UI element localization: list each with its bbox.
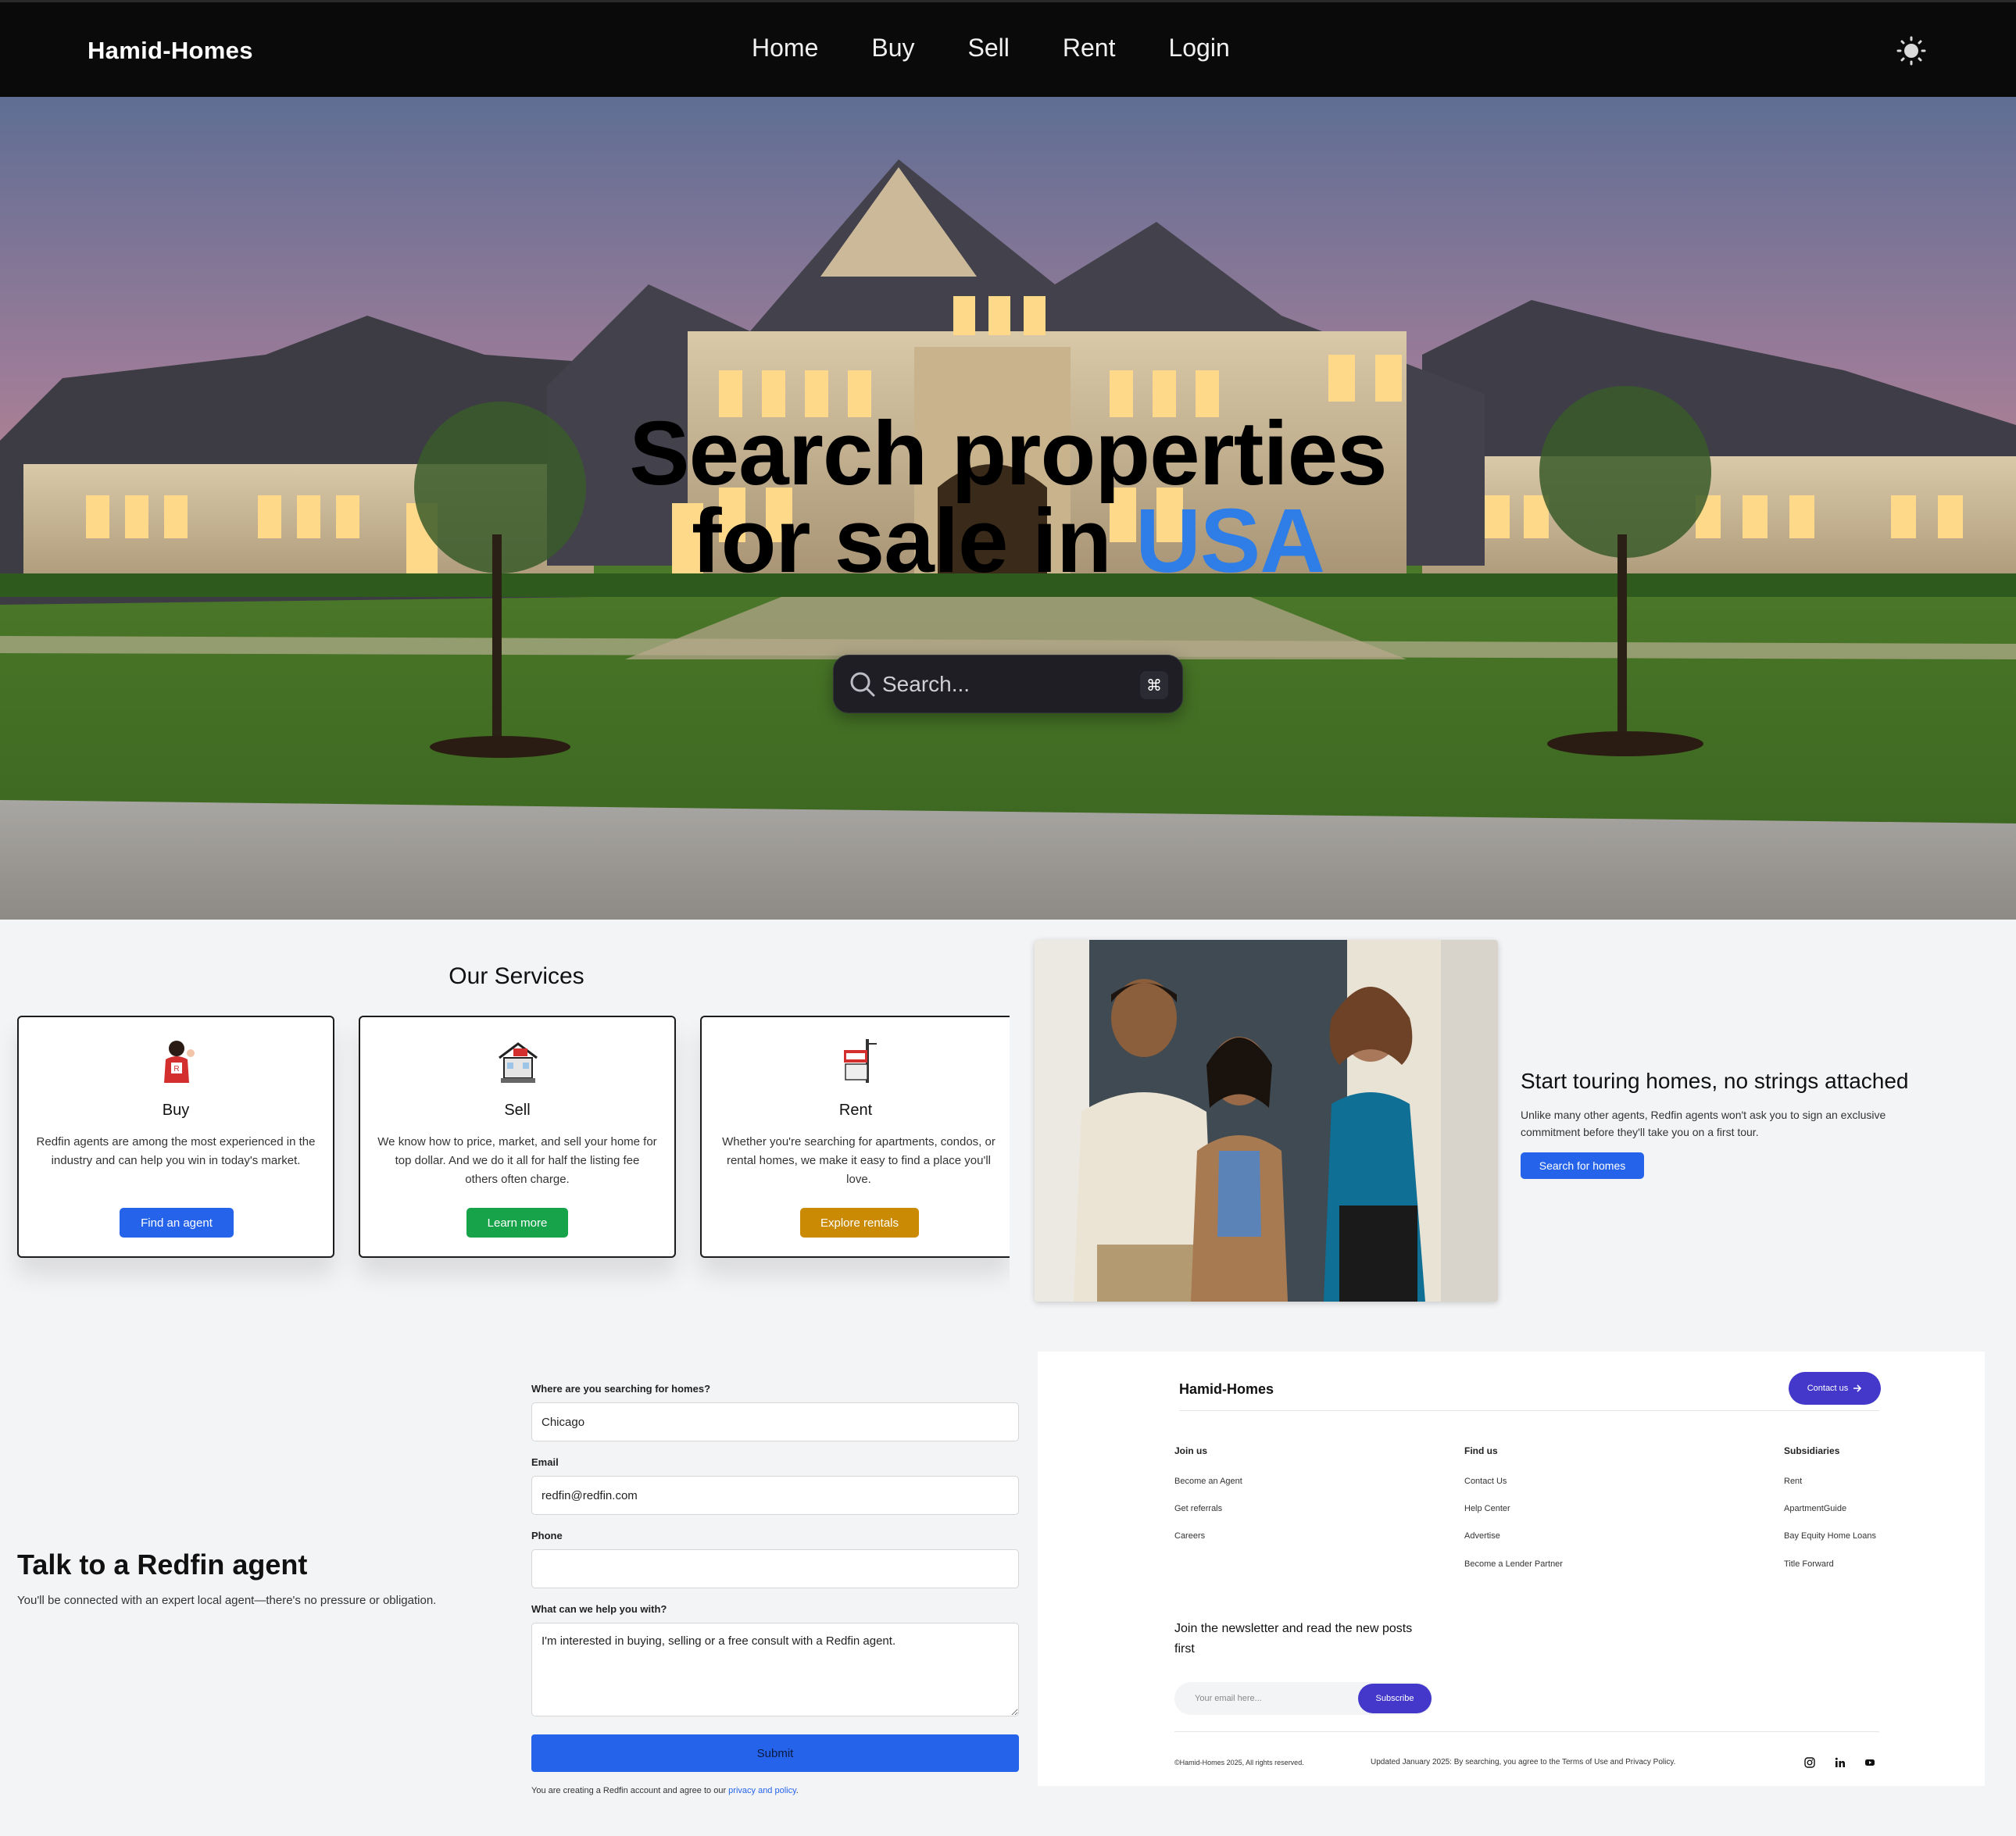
card-title: Buy <box>162 1102 190 1119</box>
footer-col-title-join: Join us <box>1174 1445 1208 1456</box>
hero-title-prefix: for sale in <box>691 490 1112 591</box>
email-input[interactable] <box>531 1476 1019 1515</box>
service-card-buy: R Buy Redfin agents are among the most e… <box>17 1016 334 1258</box>
privacy-policy-link[interactable]: privacy and policy <box>728 1786 796 1795</box>
message-textarea[interactable]: I'm interested in buying, selling or a f… <box>531 1623 1019 1716</box>
phone-label: Phone <box>531 1530 563 1541</box>
legal-prefix: You are creating a Redfin account and ag… <box>531 1786 727 1795</box>
message-label: What can we help you with? <box>531 1603 667 1615</box>
learn-more-button[interactable]: Learn more <box>466 1208 568 1238</box>
search-homes-button[interactable]: Search for homes <box>1521 1152 1644 1179</box>
footer-link[interactable]: Careers <box>1174 1531 1205 1541</box>
footer-link[interactable]: Become a Lender Partner <box>1464 1559 1563 1569</box>
explore-rentals-button[interactable]: Explore rentals <box>800 1208 919 1238</box>
instagram-link[interactable] <box>1802 1755 1818 1770</box>
arrow-right-icon <box>1853 1384 1862 1392</box>
nav-link-buy[interactable]: Buy <box>871 34 914 63</box>
location-label: Where are you searching for homes? <box>531 1383 711 1395</box>
find-agent-button[interactable]: Find an agent <box>120 1208 234 1238</box>
svg-text:R: R <box>173 1065 179 1073</box>
hero-title-line1: Search properties <box>629 402 1387 504</box>
hero-title: Search properties for sale in USA <box>0 402 2016 586</box>
nav-link-home[interactable]: Home <box>752 34 818 63</box>
legal-suffix: . <box>795 1786 799 1795</box>
phone-input[interactable] <box>531 1549 1019 1588</box>
service-card-sell: Sell We know how to price, market, and s… <box>359 1016 676 1258</box>
footer-link[interactable]: Title Forward <box>1784 1559 1834 1569</box>
house-for-sale-icon <box>499 1042 538 1083</box>
footer-link[interactable]: Become an Agent <box>1174 1477 1242 1486</box>
footer-link[interactable]: Bay Equity Home Loans <box>1784 1531 1876 1541</box>
footer-bottom-divider <box>1174 1731 1879 1732</box>
linkedin-icon <box>1835 1757 1845 1767</box>
footer-link[interactable]: Rent <box>1784 1477 1802 1486</box>
services-title: Our Services <box>449 963 584 989</box>
card-title: Sell <box>504 1102 531 1119</box>
agent-section-title: Talk to a Redfin agent <box>17 1548 308 1581</box>
terms-update-text: Updated January 2025: By searching, you … <box>1371 1758 1676 1766</box>
nav-links: Home Buy Sell Rent Login <box>752 34 1283 63</box>
card-text: Redfin agents are among the most experie… <box>36 1135 316 1167</box>
touring-photo <box>1035 940 1498 1302</box>
service-card-rent: Rent Whether you're searching for apartm… <box>700 1016 1010 1258</box>
subscribe-button[interactable]: Subscribe <box>1358 1684 1432 1713</box>
sun-icon <box>1896 36 1926 66</box>
footer-link[interactable]: ApartmentGuide <box>1784 1504 1846 1513</box>
card-title: Rent <box>838 1102 873 1119</box>
instagram-icon <box>1804 1757 1815 1768</box>
newsletter-title: Join the newsletter and read the new pos… <box>1174 1622 1413 1656</box>
touring-title: Start touring homes, no strings attached <box>1521 1069 1909 1093</box>
agent-with-clients-photo <box>1035 940 1498 1302</box>
hero-title-line2: for sale in USA <box>0 495 2016 586</box>
card-text: Whether you're searching for apartments,… <box>722 1135 995 1186</box>
theme-toggle-button[interactable] <box>1894 34 1928 68</box>
contact-us-label: Contact us <box>1807 1384 1849 1393</box>
youtube-link[interactable] <box>1862 1755 1878 1770</box>
agent-icon: R <box>164 1041 195 1083</box>
touring-text: Unlike many other agents, Redfin agents … <box>1521 1109 1886 1138</box>
footer-col-title-find: Find us <box>1464 1445 1498 1456</box>
footer-link[interactable]: Help Center <box>1464 1504 1510 1513</box>
footer-link[interactable]: Get referrals <box>1174 1504 1222 1513</box>
contact-us-button[interactable]: Contact us <box>1789 1372 1881 1405</box>
brand-logo[interactable]: Hamid-Homes <box>88 37 253 65</box>
hero-search-box[interactable]: ⌘ <box>833 655 1183 713</box>
nav-link-login[interactable]: Login <box>1168 34 1229 63</box>
for-rent-sign-icon <box>844 1039 877 1083</box>
youtube-icon <box>1865 1759 1875 1766</box>
submit-button[interactable]: Submit <box>531 1734 1019 1772</box>
copyright-text: ©Hamid-Homes 2025, All rights reserved. <box>1174 1759 1304 1766</box>
linkedin-link[interactable] <box>1832 1755 1848 1770</box>
hero-title-accent: USA <box>1135 490 1325 591</box>
search-input[interactable] <box>882 665 1117 704</box>
footer-link[interactable]: Advertise <box>1464 1531 1500 1541</box>
footer-divider <box>1179 1410 1879 1411</box>
agent-section-subtitle: You'll be connected with an expert local… <box>17 1594 437 1607</box>
footer-col-title-subsidiaries: Subsidiaries <box>1784 1445 1840 1456</box>
legal-notice: You are creating a Redfin account and ag… <box>531 1786 799 1795</box>
site-footer: Hamid-Homes Contact us Join us Become an… <box>1038 1352 1985 1786</box>
card-text: We know how to price, market, and sell y… <box>377 1135 657 1186</box>
nav-link-rent[interactable]: Rent <box>1063 34 1116 63</box>
top-navbar: Hamid-Homes Home Buy Sell Rent Login <box>0 0 2016 97</box>
footer-link[interactable]: Contact Us <box>1464 1477 1507 1486</box>
command-shortcut-badge: ⌘ <box>1140 671 1168 699</box>
hero-section: Search properties for sale in USA ⌘ <box>0 97 2016 920</box>
location-input[interactable] <box>531 1402 1019 1441</box>
footer-brand[interactable]: Hamid-Homes <box>1179 1381 1274 1398</box>
nav-link-sell[interactable]: Sell <box>968 34 1010 63</box>
email-label: Email <box>531 1456 559 1468</box>
search-icon <box>850 672 875 697</box>
